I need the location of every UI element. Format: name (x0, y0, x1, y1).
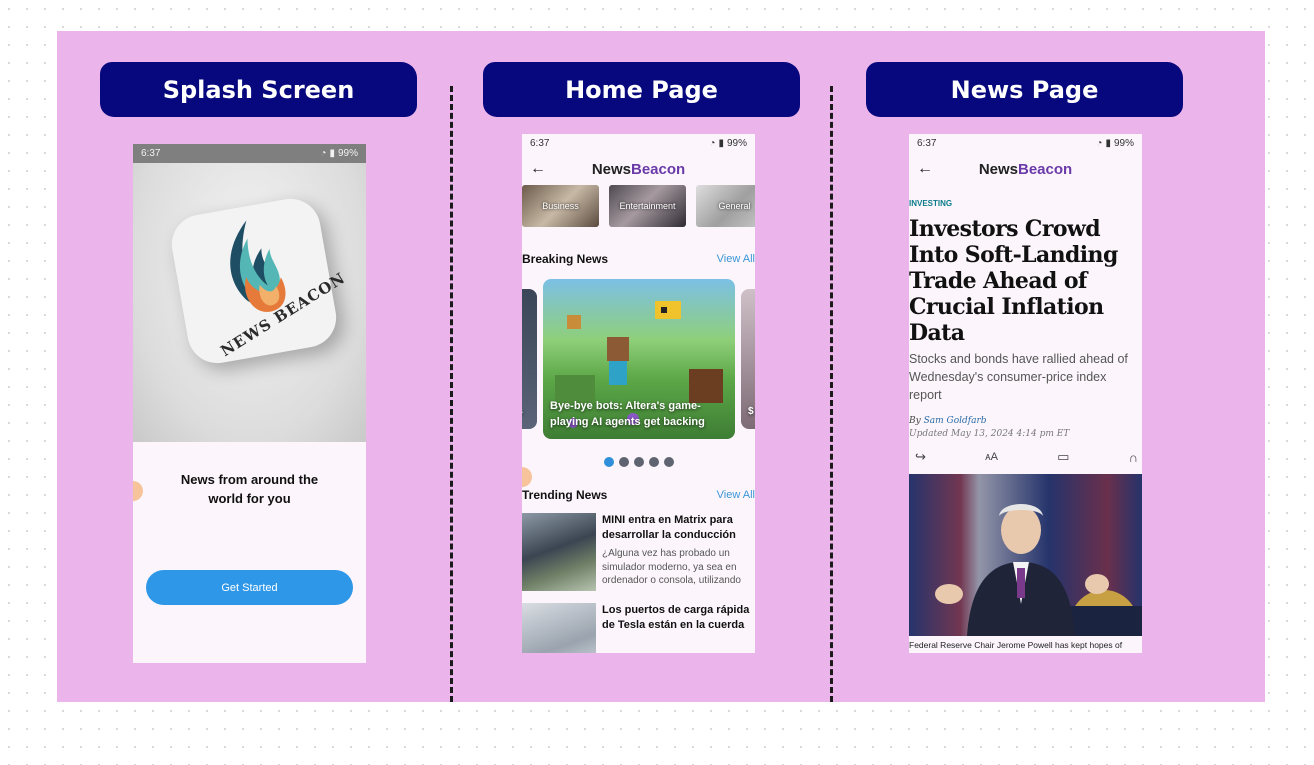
article-subhead: Stocks and bonds have rallied ahead of W… (909, 352, 1128, 402)
category-list: Business Entertainment General (522, 185, 755, 227)
article-byline: By Sam Goldfarb (909, 416, 1142, 426)
carousel-indicators (522, 457, 755, 467)
trending-news-header: Trending News View All (522, 485, 755, 505)
category-label: General (718, 201, 751, 211)
brand-main: News (591, 160, 631, 178)
article-updated: Updated May 13, 2024 4:14 pm ET (909, 429, 1070, 439)
carousel-dot[interactable] (618, 457, 629, 467)
app-brand: NewsBeacon (979, 161, 1072, 178)
splash-hero: 6:37 ◔ ▮ 99% NEWS BEACON (133, 144, 366, 442)
photo-caption: Federal Reserve Chair Jerome Powell has … (909, 640, 1123, 650)
carousel-dot[interactable] (633, 457, 644, 467)
home-page-label: Home Page (483, 62, 800, 117)
status-time: 6:37 (917, 138, 937, 149)
trending-news-title: Trending News (522, 488, 608, 502)
home-page-phone: 6:37 ◔ ▮ 99% ← NewsBeacon Business Enterta… (522, 134, 755, 653)
trending-item[interactable]: MINI entra en Matrix para desarrollar la… (522, 513, 755, 603)
app-bar: ← NewsBeacon (909, 153, 1142, 185)
article: INVESTING Investors Crowd Into Soft-Land… (909, 199, 1142, 650)
article-kicker: INVESTING (909, 199, 953, 208)
article-author[interactable]: Sam Goldfarb (924, 416, 987, 426)
category-general[interactable]: General (696, 185, 755, 227)
comment-icon[interactable]: ▭ (1057, 449, 1069, 465)
wifi-icon: ◔ (320, 148, 327, 159)
category-label: Entertainment (619, 201, 676, 211)
article-photo (909, 474, 1142, 636)
splash-tagline: News from around the world for you (180, 472, 319, 506)
trending-title: MINI entra en Matrix para desarrollar la… (602, 514, 736, 541)
trending-item[interactable]: Los puertos de carga rápida de Tesla est… (522, 603, 755, 653)
status-time: 6:37 (530, 138, 550, 149)
breaking-view-all-link[interactable]: View All (717, 253, 755, 265)
text-size-icon[interactable]: ᴀA (985, 451, 998, 463)
breaking-news-carousel[interactable]: ed, ns Bye-bye bots: Altera's game-playi… (522, 279, 755, 439)
news-card-caption: ed, ns (522, 404, 531, 420)
trending-title: Los puertos de carga rápida de Tesla est… (602, 604, 750, 631)
share-icon[interactable]: ↪ (915, 449, 926, 465)
news-card[interactable]: Bye-bye bots: Altera's game-playing AI a… (543, 279, 735, 439)
signal-icon: ▮ (718, 138, 724, 149)
splash-screen-phone: 6:37 ◔ ▮ 99% NEWS BEACON News from around … (133, 144, 366, 663)
news-card[interactable]: ed, ns (522, 289, 537, 429)
news-page-phone: 6:37 ◔ ▮ 99% ← NewsBeacon INVESTING Invest… (909, 134, 1142, 653)
home-page-label-text: Home Page (565, 75, 718, 104)
news-page-label-text: News Page (950, 75, 1099, 104)
section-divider (450, 86, 453, 702)
splash-screen-label: Splash Screen (100, 62, 417, 117)
category-business[interactable]: Business (522, 185, 599, 227)
article-photo-art (909, 474, 1142, 636)
status-bar: 6:37 ◔ ▮ 99% (133, 144, 366, 163)
carousel-dot[interactable] (663, 457, 674, 467)
news-card-caption: $ d (748, 406, 755, 417)
carousel-dot[interactable] (603, 457, 614, 467)
splash-screen-label-text: Splash Screen (162, 75, 355, 104)
article-actions: ↪ ᴀA ▭ ∩ (909, 448, 1142, 466)
decorative-dot (133, 481, 143, 501)
status-bar: 6:37 ◔ ▮ 99% (522, 134, 755, 153)
news-card[interactable]: $ d (741, 289, 755, 429)
brand-accent: Beacon (631, 160, 686, 178)
trending-thumbnail (522, 513, 596, 591)
headphones-icon[interactable]: ∩ (1129, 450, 1138, 465)
news-page-label: News Page (866, 62, 1183, 117)
status-bar: 6:37 ◔ ▮ 99% (909, 134, 1142, 153)
breaking-news-title: Breaking News (522, 252, 609, 266)
status-battery: 99% (726, 138, 747, 149)
brand-accent: Beacon (1018, 160, 1073, 178)
article-headline: Investors Crowd Into Soft-Landing Trade … (909, 216, 1118, 346)
byline-prefix: By (909, 416, 921, 426)
signal-icon: ▮ (329, 148, 335, 159)
carousel-dot[interactable] (648, 457, 659, 467)
section-divider (830, 86, 833, 702)
breaking-news-header: Breaking News View All (522, 249, 755, 269)
status-time: 6:37 (141, 148, 161, 159)
signal-icon: ▮ (1105, 138, 1111, 149)
back-arrow-icon[interactable]: ← (530, 160, 546, 178)
app-logo: NEWS BEACON (167, 194, 349, 368)
app-brand: NewsBeacon (592, 161, 685, 178)
status-battery: 99% (1113, 138, 1134, 149)
wifi-icon: ◔ (1096, 138, 1103, 149)
category-label: Business (542, 201, 579, 211)
brand-main: News (978, 160, 1018, 178)
category-entertainment[interactable]: Entertainment (609, 185, 686, 227)
trending-view-all-link[interactable]: View All (717, 489, 755, 501)
app-bar: ← NewsBeacon (522, 153, 755, 185)
status-battery: 99% (337, 148, 358, 159)
trending-thumbnail (522, 603, 596, 653)
decorative-dot (522, 467, 532, 487)
news-card-caption: Bye-bye bots: Altera's game-playing AI a… (550, 400, 705, 428)
back-arrow-icon[interactable]: ← (917, 160, 933, 178)
trending-desc: ¿Alguna vez has probado un simulador mod… (602, 548, 741, 586)
get-started-button[interactable]: Get Started (146, 570, 353, 605)
wifi-icon: ◔ (709, 138, 716, 149)
